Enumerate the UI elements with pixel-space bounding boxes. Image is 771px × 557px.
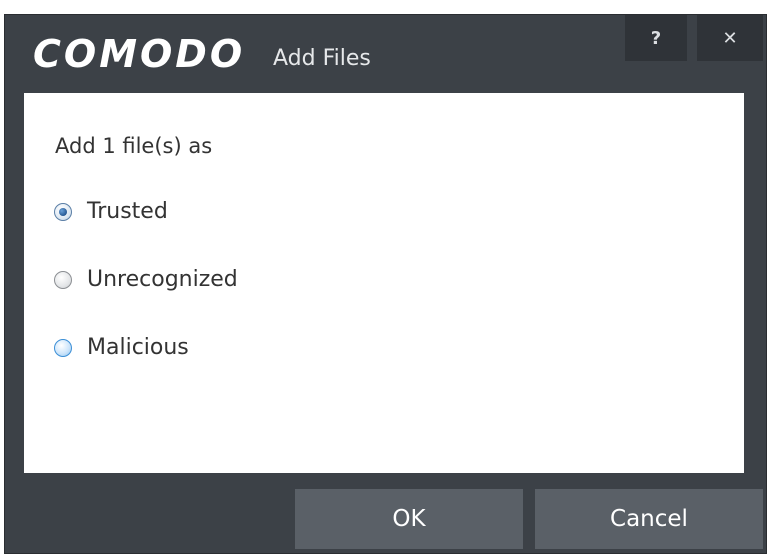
radio-option-trusted[interactable]: Trusted bbox=[54, 197, 168, 227]
add-files-dialog: COMODO Add Files ? ✕ Add 1 file(s) as Tr… bbox=[4, 14, 767, 554]
comodo-logo: COMODO bbox=[33, 32, 246, 76]
dialog-title: Add Files bbox=[273, 46, 371, 71]
cancel-button[interactable]: Cancel bbox=[535, 489, 763, 549]
title-bar: COMODO Add Files ? ✕ bbox=[5, 15, 766, 93]
help-button[interactable]: ? bbox=[625, 15, 687, 61]
radio-button-trusted[interactable] bbox=[54, 203, 72, 221]
radio-option-unrecognized[interactable]: Unrecognized bbox=[54, 265, 238, 295]
radio-label-unrecognized: Unrecognized bbox=[87, 267, 238, 292]
radio-label-trusted: Trusted bbox=[87, 199, 168, 224]
ok-button[interactable]: OK bbox=[295, 489, 523, 549]
radio-button-malicious[interactable] bbox=[54, 339, 72, 357]
radio-button-unrecognized[interactable] bbox=[54, 271, 72, 289]
prompt-text: Add 1 file(s) as bbox=[55, 134, 213, 158]
close-icon: ✕ bbox=[722, 27, 738, 49]
close-button[interactable]: ✕ bbox=[697, 15, 763, 61]
radio-option-malicious[interactable]: Malicious bbox=[54, 333, 189, 363]
help-icon: ? bbox=[650, 27, 662, 49]
radio-label-malicious: Malicious bbox=[87, 335, 189, 360]
dialog-content: Add 1 file(s) as Trusted Unrecognized Ma… bbox=[24, 93, 744, 473]
